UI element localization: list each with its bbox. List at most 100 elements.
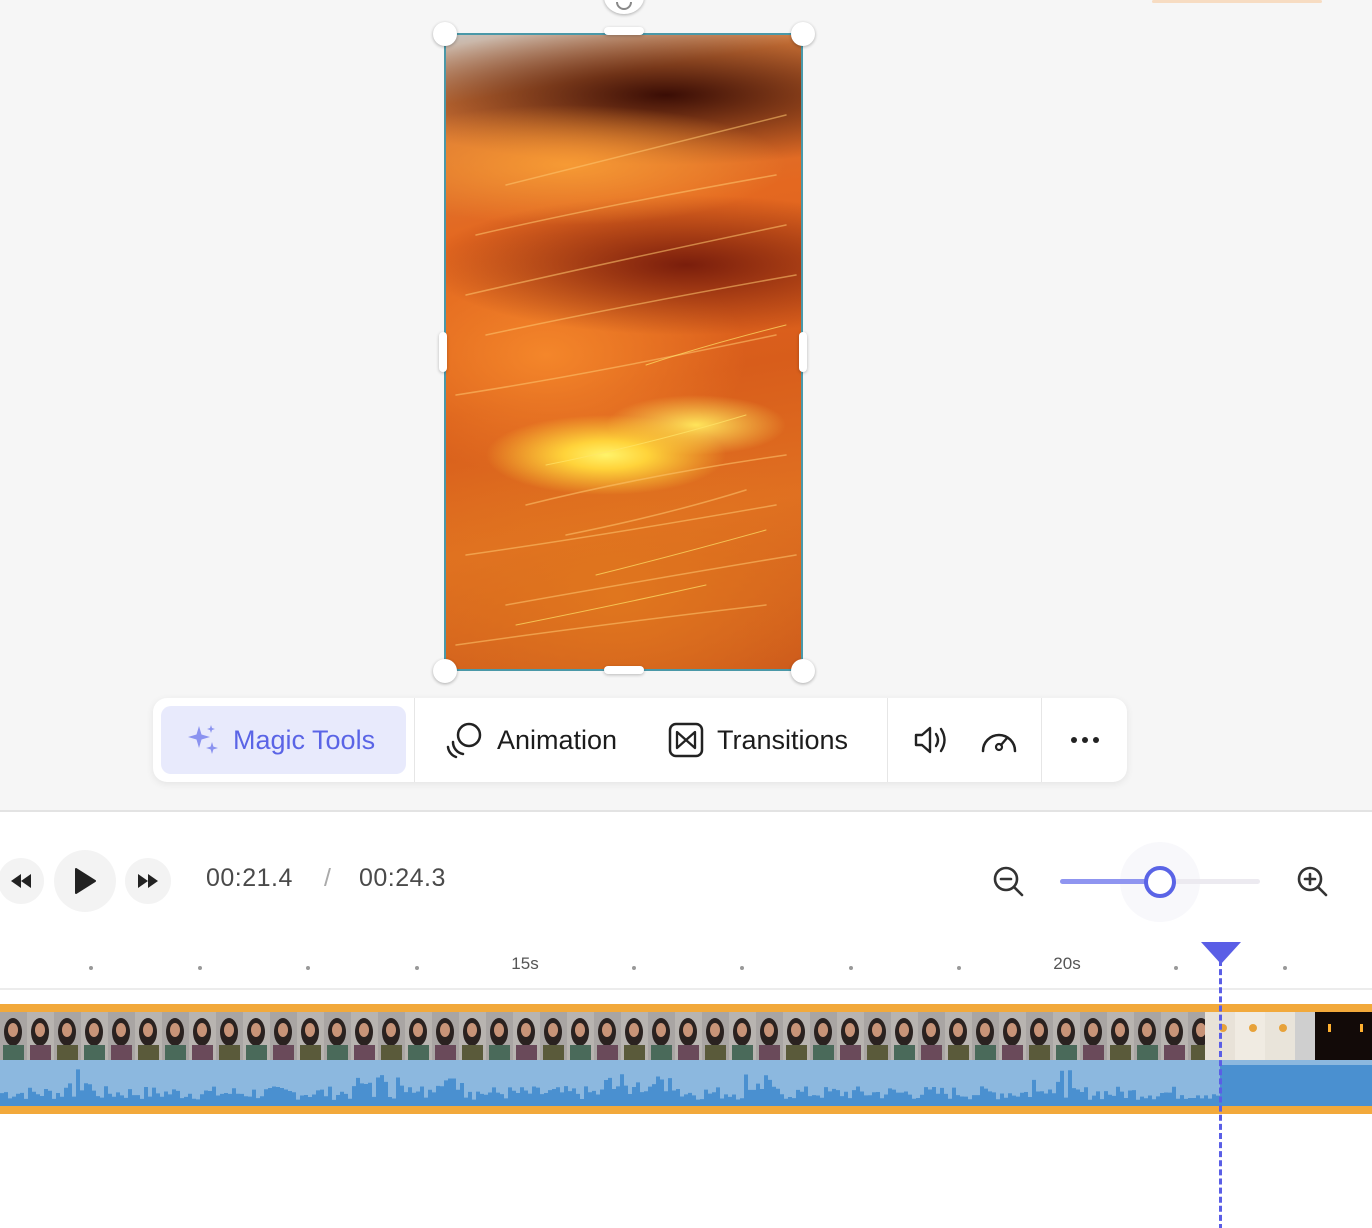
- fast-forward-button[interactable]: [125, 858, 171, 904]
- thumbnail-frame: [54, 1012, 81, 1060]
- thumbnail-frame: [945, 1012, 972, 1060]
- volume-icon: [914, 726, 946, 754]
- more-icon: [1071, 737, 1099, 743]
- thumbnail-frame: [81, 1012, 108, 1060]
- thumbnail-frame: [432, 1012, 459, 1060]
- selected-video-clip[interactable]: [444, 33, 803, 671]
- timeline-ruler[interactable]: 15s 20s: [0, 942, 1372, 990]
- ruler-tick: [849, 966, 853, 970]
- thumbnail-frame: [810, 1012, 837, 1060]
- volume-button[interactable]: [909, 718, 953, 762]
- transitions-icon: [668, 722, 704, 758]
- resize-handle-top-right[interactable]: [791, 22, 815, 46]
- preview-canvas: [0, 0, 1372, 810]
- thumbnail-frame: [972, 1012, 999, 1060]
- element-edge: [1152, 0, 1322, 3]
- thumbnail-frame: [1235, 1012, 1265, 1060]
- ruler-tick: [415, 966, 419, 970]
- current-time: 00:21.4: [206, 864, 293, 892]
- total-duration: 00:24.3: [359, 864, 446, 892]
- video-track-clip[interactable]: [0, 1004, 1372, 1114]
- resize-handle-bottom-left[interactable]: [433, 659, 457, 683]
- resize-handle-right[interactable]: [799, 332, 807, 372]
- thumbnail-frame: [918, 1012, 945, 1060]
- rotate-handle[interactable]: [604, 0, 644, 14]
- zoom-out-button[interactable]: [991, 864, 1027, 900]
- thumbnail-frame: [0, 1012, 27, 1060]
- thumbnail-frame: [1107, 1012, 1134, 1060]
- thumbnail-frame: [756, 1012, 783, 1060]
- thumbnail-frame: [324, 1012, 351, 1060]
- thumbnail-frame: [459, 1012, 486, 1060]
- speed-button[interactable]: [977, 718, 1021, 762]
- thumbnail-frame: [351, 1012, 378, 1060]
- thumbnail-frame: [567, 1012, 594, 1060]
- zoom-slider-knob[interactable]: [1144, 866, 1176, 898]
- thumbnail-frame: [621, 1012, 648, 1060]
- ruler-label-20s: 20s: [1053, 954, 1081, 973]
- thumbnail-frame: [999, 1012, 1026, 1060]
- speed-gauge-icon: [981, 733, 1017, 753]
- thumbnail-frame: [270, 1012, 297, 1060]
- transitions-button[interactable]: Transitions: [667, 706, 848, 774]
- thumbnail-frame: [729, 1012, 756, 1060]
- more-options-button[interactable]: [1063, 718, 1107, 762]
- resize-handle-bottom-right[interactable]: [791, 659, 815, 683]
- rotate-icon: [616, 2, 632, 10]
- thumbnail-frame: [1161, 1012, 1188, 1060]
- thumbnail-frame: [162, 1012, 189, 1060]
- magic-tools-label: Magic Tools: [233, 724, 376, 755]
- fire-streaks: [455, 114, 797, 646]
- ruler-tick: [198, 966, 202, 970]
- thumbnail-frame: [1265, 1012, 1295, 1060]
- resize-handle-left[interactable]: [439, 332, 447, 372]
- video-track-content: [0, 1012, 1372, 1106]
- thumbnail-frame: [837, 1012, 864, 1060]
- animation-circles-icon: [446, 722, 482, 759]
- thumbnail-frame: [675, 1012, 702, 1060]
- thumbnail-frame: [1080, 1012, 1107, 1060]
- ruler-tick: [89, 966, 93, 970]
- zoom-in-button[interactable]: [1295, 864, 1331, 900]
- audio-waveform-area: [0, 1060, 1372, 1106]
- play-button[interactable]: [54, 850, 116, 912]
- rewind-button[interactable]: [0, 858, 44, 904]
- thumbnail-frame: [1026, 1012, 1053, 1060]
- thumbnail-frame: [243, 1012, 270, 1060]
- toolbar-divider: [1041, 698, 1042, 782]
- thumbnail-frame: [702, 1012, 729, 1060]
- rewind-icon: [11, 874, 31, 888]
- thumbnail-frame: [27, 1012, 54, 1060]
- resize-handle-top[interactable]: [604, 27, 644, 35]
- play-icon: [75, 868, 96, 894]
- ruler-tick: [1283, 966, 1287, 970]
- thumbnail-frame: [297, 1012, 324, 1060]
- time-separator: /: [324, 864, 332, 892]
- ruler-tick: [957, 966, 961, 970]
- sparkle-icon: [188, 725, 218, 754]
- ruler-tick: [1174, 966, 1178, 970]
- ruler-label-15s: 15s: [511, 954, 539, 973]
- transitions-label: Transitions: [717, 724, 849, 755]
- animation-label: Animation: [497, 724, 618, 755]
- playhead-line: [1219, 960, 1222, 1228]
- ruler-tick: [740, 966, 744, 970]
- audio-waveform: [0, 1065, 1372, 1106]
- thumbnail-frame: [594, 1012, 621, 1060]
- ruler-tick: [306, 966, 310, 970]
- thumbnail-frame: [1053, 1012, 1080, 1060]
- animation-button[interactable]: Animation: [445, 706, 617, 774]
- timeline-panel: 00:21.4 / 00:24.3 15s 20s: [0, 810, 1372, 1228]
- zoom-in-icon: [1297, 866, 1328, 897]
- resize-handle-bottom[interactable]: [604, 666, 644, 674]
- thumbnail-frame: [864, 1012, 891, 1060]
- ruler-tick: [632, 966, 636, 970]
- thumbnail-frame: [783, 1012, 810, 1060]
- thumbnail-frame: [486, 1012, 513, 1060]
- thumbnail-frame: [1315, 1012, 1372, 1060]
- magic-tools-button[interactable]: Magic Tools: [161, 706, 406, 774]
- thumbnail-frame: [1134, 1012, 1161, 1060]
- thumbnail-frame: [108, 1012, 135, 1060]
- thumbnail-frame: [891, 1012, 918, 1060]
- resize-handle-top-left[interactable]: [433, 22, 457, 46]
